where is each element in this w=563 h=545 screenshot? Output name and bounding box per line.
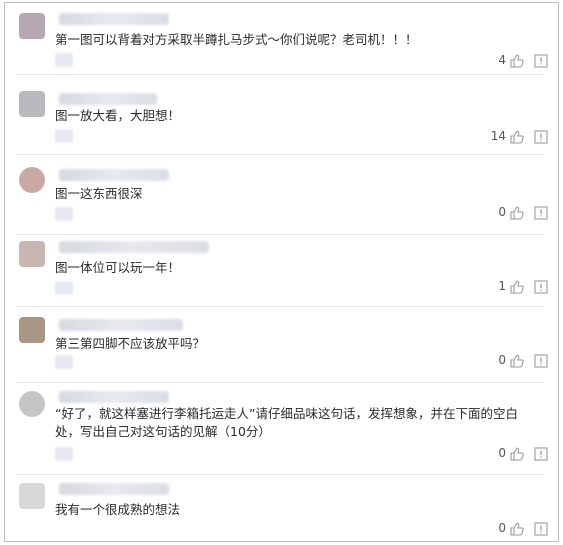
username-blurred [59,93,157,105]
report-icon[interactable] [534,521,548,536]
comment-text: “好了，就这样塞进行李箱托运走人”请仔细品味这句话，发挥想象，并在下面的空白处，… [55,406,518,439]
meta-blurred [55,355,73,369]
thumbs-up-icon[interactable] [510,129,524,144]
meta-blurred [55,129,73,143]
meta-blurred [55,53,73,67]
report-icon[interactable] [534,279,548,294]
thumbs-up-icon[interactable] [510,446,524,461]
report-icon[interactable] [534,129,548,144]
like-count: 0 [498,205,506,219]
avatar[interactable] [19,167,45,193]
thumbs-up-icon[interactable] [510,53,524,68]
comment-list: 第一图可以背着对方采取半蹲扎马步式～你们说呢？老司机！！！ 4 图一放大看，大胆… [4,2,559,542]
comment-item: “好了，就这样塞进行李箱托运走人”请仔细品味这句话，发挥想象，并在下面的空白处，… [5,383,558,475]
thumbs-up-icon[interactable] [510,353,524,368]
comment-item: 第三第四脚不应该放平吗？ 0 [5,307,558,383]
like-count: 1 [498,279,506,293]
comment-item: 我有一个很成熟的想法 0 [5,475,558,541]
meta-blurred [55,447,73,461]
comment-actions: 0 [494,353,548,368]
comment-actions: 0 [494,446,548,461]
comment-item: 第一图可以背着对方采取半蹲扎马步式～你们说呢？老司机！！！ 4 [5,3,558,75]
username-blurred [59,319,183,331]
divider [17,74,544,75]
comment-item: 图一体位可以玩一年！ 1 [5,235,558,307]
thumbs-up-icon[interactable] [510,205,524,220]
like-count: 14 [490,129,506,143]
thumbs-up-icon[interactable] [510,521,524,536]
like-count: 0 [498,353,506,367]
username-blurred [59,169,169,181]
report-icon[interactable] [534,446,548,461]
avatar[interactable] [19,391,45,417]
comment-actions: 0 [494,205,548,220]
comment-text: 我有一个很成熟的想法 [55,502,181,517]
comment-item: 图一这东西很深 0 [5,155,558,235]
meta-blurred [55,207,73,221]
comment-actions: 1 [494,279,548,294]
comment-text: 图一放大看，大胆想！ [55,108,181,123]
username-blurred [59,391,169,403]
report-icon[interactable] [534,353,548,368]
report-icon[interactable] [534,205,548,220]
comment-actions: 14 [490,129,548,144]
like-count: 0 [498,521,506,535]
thumbs-up-icon[interactable] [510,279,524,294]
comment-text: 第一图可以背着对方采取半蹲扎马步式～你们说呢？老司机！！！ [55,32,418,47]
comment-text: 图一这东西很深 [55,186,143,201]
avatar[interactable] [19,241,45,267]
comment-text: 图一体位可以玩一年！ [55,260,181,275]
like-count: 4 [498,53,506,67]
username-blurred [59,241,209,253]
username-blurred [59,13,169,25]
report-icon[interactable] [534,53,548,68]
username-blurred [59,483,169,495]
avatar[interactable] [19,483,45,509]
comment-actions: 0 [494,521,548,536]
like-count: 0 [498,446,506,460]
comment-item: 图一放大看，大胆想！ 14 [5,83,558,155]
avatar[interactable] [19,13,45,39]
comment-text: 第三第四脚不应该放平吗？ [55,336,206,351]
meta-blurred [55,281,73,295]
avatar[interactable] [19,317,45,343]
comment-actions: 4 [494,53,548,68]
avatar[interactable] [19,91,45,117]
